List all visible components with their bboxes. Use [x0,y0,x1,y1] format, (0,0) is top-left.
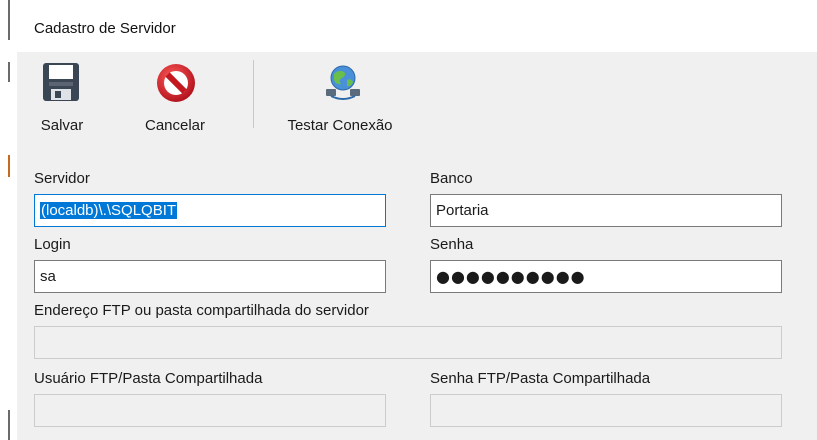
servidor-field[interactable]: (localdb)\.\SQLQBIT [34,194,386,227]
save-button[interactable]: Salvar [32,52,92,147]
servidor-label: Servidor [34,170,90,187]
toolbar-separator [253,60,254,128]
senha-label: Senha [430,236,474,253]
network-globe-icon [326,65,360,100]
edge-line [8,0,10,40]
toolbar: Salvar Cancelar Testar Conexão [17,52,817,147]
login-value: sa [40,268,56,285]
ftp-user-label: Usuário FTP/Pasta Compartilhada [34,370,263,387]
login-label: Login [34,236,71,253]
save-label: Salvar [40,117,84,134]
edge-line [8,155,10,177]
cancel-button[interactable]: Cancelar [125,52,225,147]
ftp-address-label: Endereço FTP ou pasta compartilhada do s… [34,302,369,319]
window-left-edge [0,0,17,440]
senha-value: ●●●●●●●●●● [436,267,586,286]
banco-label: Banco [430,170,473,187]
senha-field[interactable]: ●●●●●●●●●● [430,260,782,293]
window-title: Cadastro de Servidor [34,20,176,37]
edge-line [8,62,10,82]
ftp-password-field[interactable] [430,394,782,427]
test-connection-button[interactable]: Testar Conexão [260,52,420,147]
prohibited-icon [157,64,195,102]
edge-line [8,410,10,440]
test-connection-label: Testar Conexão [287,117,393,134]
login-field[interactable]: sa [34,260,386,293]
floppy-disk-icon [43,63,79,101]
banco-value: Portaria [436,202,489,219]
cancel-label: Cancelar [144,117,206,134]
banco-field[interactable]: Portaria [430,194,782,227]
title-bar: Cadastro de Servidor [17,0,817,52]
ftp-user-field[interactable] [34,394,386,427]
servidor-value: (localdb)\.\SQLQBIT [40,202,178,219]
ftp-address-field[interactable] [34,326,782,359]
ftp-password-label: Senha FTP/Pasta Compartilhada [430,370,651,387]
